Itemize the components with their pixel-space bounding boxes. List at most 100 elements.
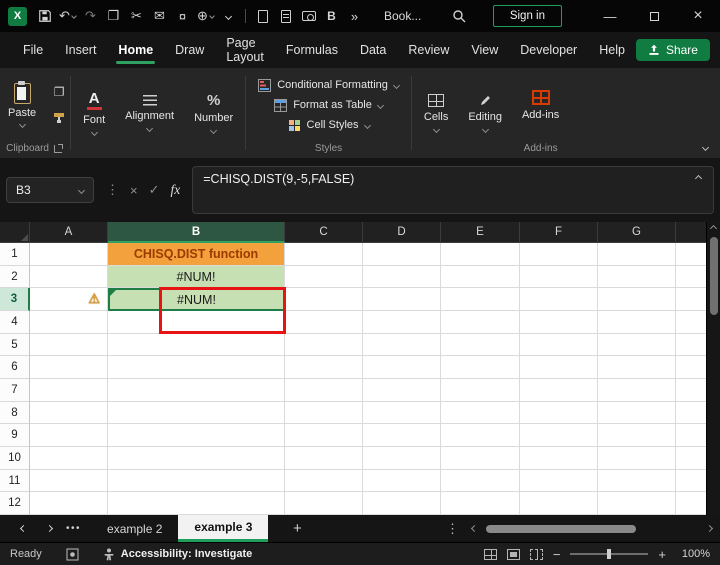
status-ready[interactable]: Ready — [10, 548, 42, 560]
addins-button[interactable]: Add-ins — [512, 86, 569, 125]
cell-C5[interactable] — [285, 333, 363, 357]
cell-B8[interactable] — [108, 401, 285, 425]
horizontal-scrollbar[interactable] — [486, 524, 698, 533]
cell-A7[interactable] — [30, 379, 108, 402]
cell-G7[interactable] — [598, 379, 676, 402]
cell-C9[interactable] — [285, 424, 363, 448]
cell-F10[interactable] — [520, 447, 598, 470]
cell-B12[interactable] — [108, 492, 285, 516]
cell-F1[interactable] — [520, 243, 598, 266]
cell-E9[interactable] — [441, 424, 520, 448]
alignment-menu-button[interactable]: Alignment — [115, 68, 184, 158]
column-header-C[interactable]: C — [285, 222, 363, 243]
dialog-launcher-icon[interactable] — [53, 143, 64, 153]
editing-menu-button[interactable]: Editing — [458, 68, 512, 158]
format-painter-button[interactable] — [50, 110, 68, 126]
cut-icon[interactable]: ✂ — [125, 4, 148, 28]
zoom-slider[interactable] — [570, 549, 649, 559]
bold-icon[interactable]: B — [320, 4, 343, 28]
cell-C10[interactable] — [285, 447, 363, 470]
cell-F5[interactable] — [520, 333, 598, 357]
cell-E4[interactable] — [441, 311, 520, 334]
cell-A11[interactable] — [30, 469, 108, 493]
cell-E1[interactable] — [441, 243, 520, 266]
row-header-7[interactable]: 7 — [0, 379, 30, 402]
menu-file[interactable]: File — [12, 32, 54, 68]
cell-D10[interactable] — [363, 447, 441, 470]
cell-C11[interactable] — [285, 469, 363, 493]
cells-menu-button[interactable]: Cells — [414, 68, 458, 158]
cell-B6[interactable] — [108, 356, 285, 380]
insert-function-icon[interactable]: fx — [171, 182, 181, 198]
menu-developer[interactable]: Developer — [509, 32, 588, 68]
sheet-prev-icon[interactable] — [10, 524, 36, 533]
tab-options-icon[interactable]: ⋮ — [446, 521, 459, 537]
menu-view[interactable]: View — [460, 32, 509, 68]
hscroll-left-icon[interactable] — [470, 524, 479, 533]
conditional-formatting-button[interactable]: Conditional Formatting — [258, 78, 400, 92]
cell-B5[interactable] — [108, 333, 285, 357]
search-icon[interactable] — [448, 4, 471, 28]
cell-E8[interactable] — [441, 401, 520, 425]
cell-A9[interactable] — [30, 424, 108, 448]
macro-record-icon[interactable] — [66, 548, 79, 561]
mail-icon[interactable]: ✉ — [148, 4, 171, 28]
cell-D9[interactable] — [363, 424, 441, 448]
page-layout-view-icon[interactable] — [506, 548, 520, 560]
currency-icon[interactable]: ¤ — [171, 4, 194, 28]
row-header-11[interactable]: 11 — [0, 469, 30, 493]
cell-F3[interactable] — [520, 288, 598, 312]
sign-in-button[interactable]: Sign in — [492, 5, 562, 27]
format-as-table-button[interactable]: Format as Table — [274, 98, 384, 112]
cell-C12[interactable] — [285, 492, 363, 516]
copy-icon[interactable]: ❐ — [102, 4, 125, 28]
cell-D4[interactable] — [363, 311, 441, 334]
close-button[interactable]: × — [676, 0, 720, 32]
column-header-D[interactable]: D — [363, 222, 441, 243]
zoom-out-icon[interactable]: − — [553, 547, 561, 562]
cell-G9[interactable] — [598, 424, 676, 448]
undo-icon[interactable]: ↶ — [56, 4, 79, 28]
number-menu-button[interactable]: % Number — [184, 68, 243, 158]
cell-F2[interactable] — [520, 265, 598, 289]
cell-A1[interactable] — [30, 243, 108, 266]
name-box[interactable]: B3 — [6, 177, 94, 203]
cell-D2[interactable] — [363, 265, 441, 289]
cell-B4[interactable] — [108, 311, 285, 334]
excel-logo-icon[interactable]: X — [8, 6, 27, 26]
normal-view-icon[interactable] — [483, 548, 497, 560]
zoom-slider-thumb[interactable] — [607, 549, 612, 559]
cell-B2[interactable]: #NUM! — [108, 265, 285, 289]
error-warning-icon[interactable]: ⚠ — [88, 291, 107, 307]
cell-D3[interactable] — [363, 288, 441, 312]
cell-C8[interactable] — [285, 401, 363, 425]
cell-G4[interactable] — [598, 311, 676, 334]
camera-icon[interactable] — [297, 4, 320, 28]
cell-G11[interactable] — [598, 469, 676, 493]
sheet-tab-example-2[interactable]: example 2 — [91, 515, 178, 542]
menu-review[interactable]: Review — [397, 32, 460, 68]
cell-G8[interactable] — [598, 401, 676, 425]
horizontal-scroll-thumb[interactable] — [486, 524, 636, 533]
cell-E6[interactable] — [441, 356, 520, 380]
cell-B11[interactable] — [108, 469, 285, 493]
minimize-button[interactable]: — — [588, 0, 632, 32]
column-header-F[interactable]: F — [520, 222, 598, 243]
cell-D1[interactable] — [363, 243, 441, 266]
row-header-9[interactable]: 9 — [0, 424, 30, 448]
cell-G5[interactable] — [598, 333, 676, 357]
menu-draw[interactable]: Draw — [164, 32, 215, 68]
cell-G12[interactable] — [598, 492, 676, 516]
row-header-3[interactable]: 3 — [0, 288, 30, 312]
globe-icon[interactable]: ⊕ — [194, 4, 217, 28]
collapse-ribbon-icon[interactable] — [701, 143, 710, 152]
cell-C7[interactable] — [285, 379, 363, 402]
menu-home[interactable]: Home — [107, 32, 164, 68]
scroll-up-icon[interactable] — [709, 224, 718, 233]
row-header-4[interactable]: 4 — [0, 311, 30, 334]
column-header-B[interactable]: B — [108, 222, 285, 243]
vertical-scroll-thumb[interactable] — [709, 237, 718, 315]
row-header-8[interactable]: 8 — [0, 401, 30, 425]
expand-formula-bar-icon[interactable] — [694, 174, 703, 183]
font-menu-button[interactable]: A Font — [73, 68, 115, 158]
